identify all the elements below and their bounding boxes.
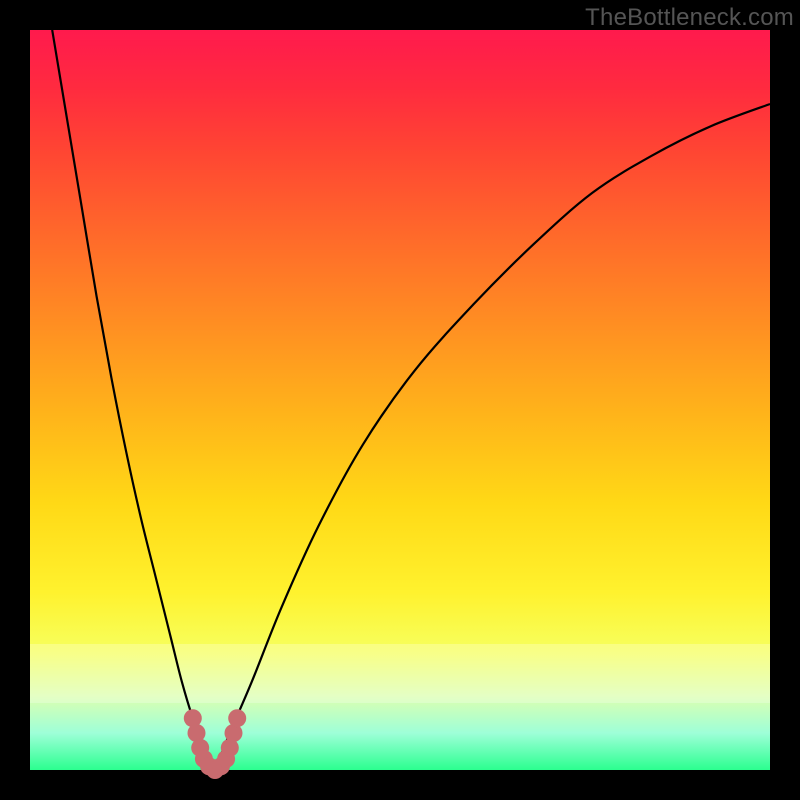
left-branch-curve	[52, 30, 215, 770]
watermark-text: TheBottleneck.com	[585, 4, 794, 32]
highlight-dots	[184, 709, 246, 779]
chart-frame: TheBottleneck.com	[0, 0, 800, 800]
right-branch-curve	[215, 104, 770, 770]
curve-layer	[30, 30, 770, 770]
highlight-dot	[228, 709, 246, 727]
